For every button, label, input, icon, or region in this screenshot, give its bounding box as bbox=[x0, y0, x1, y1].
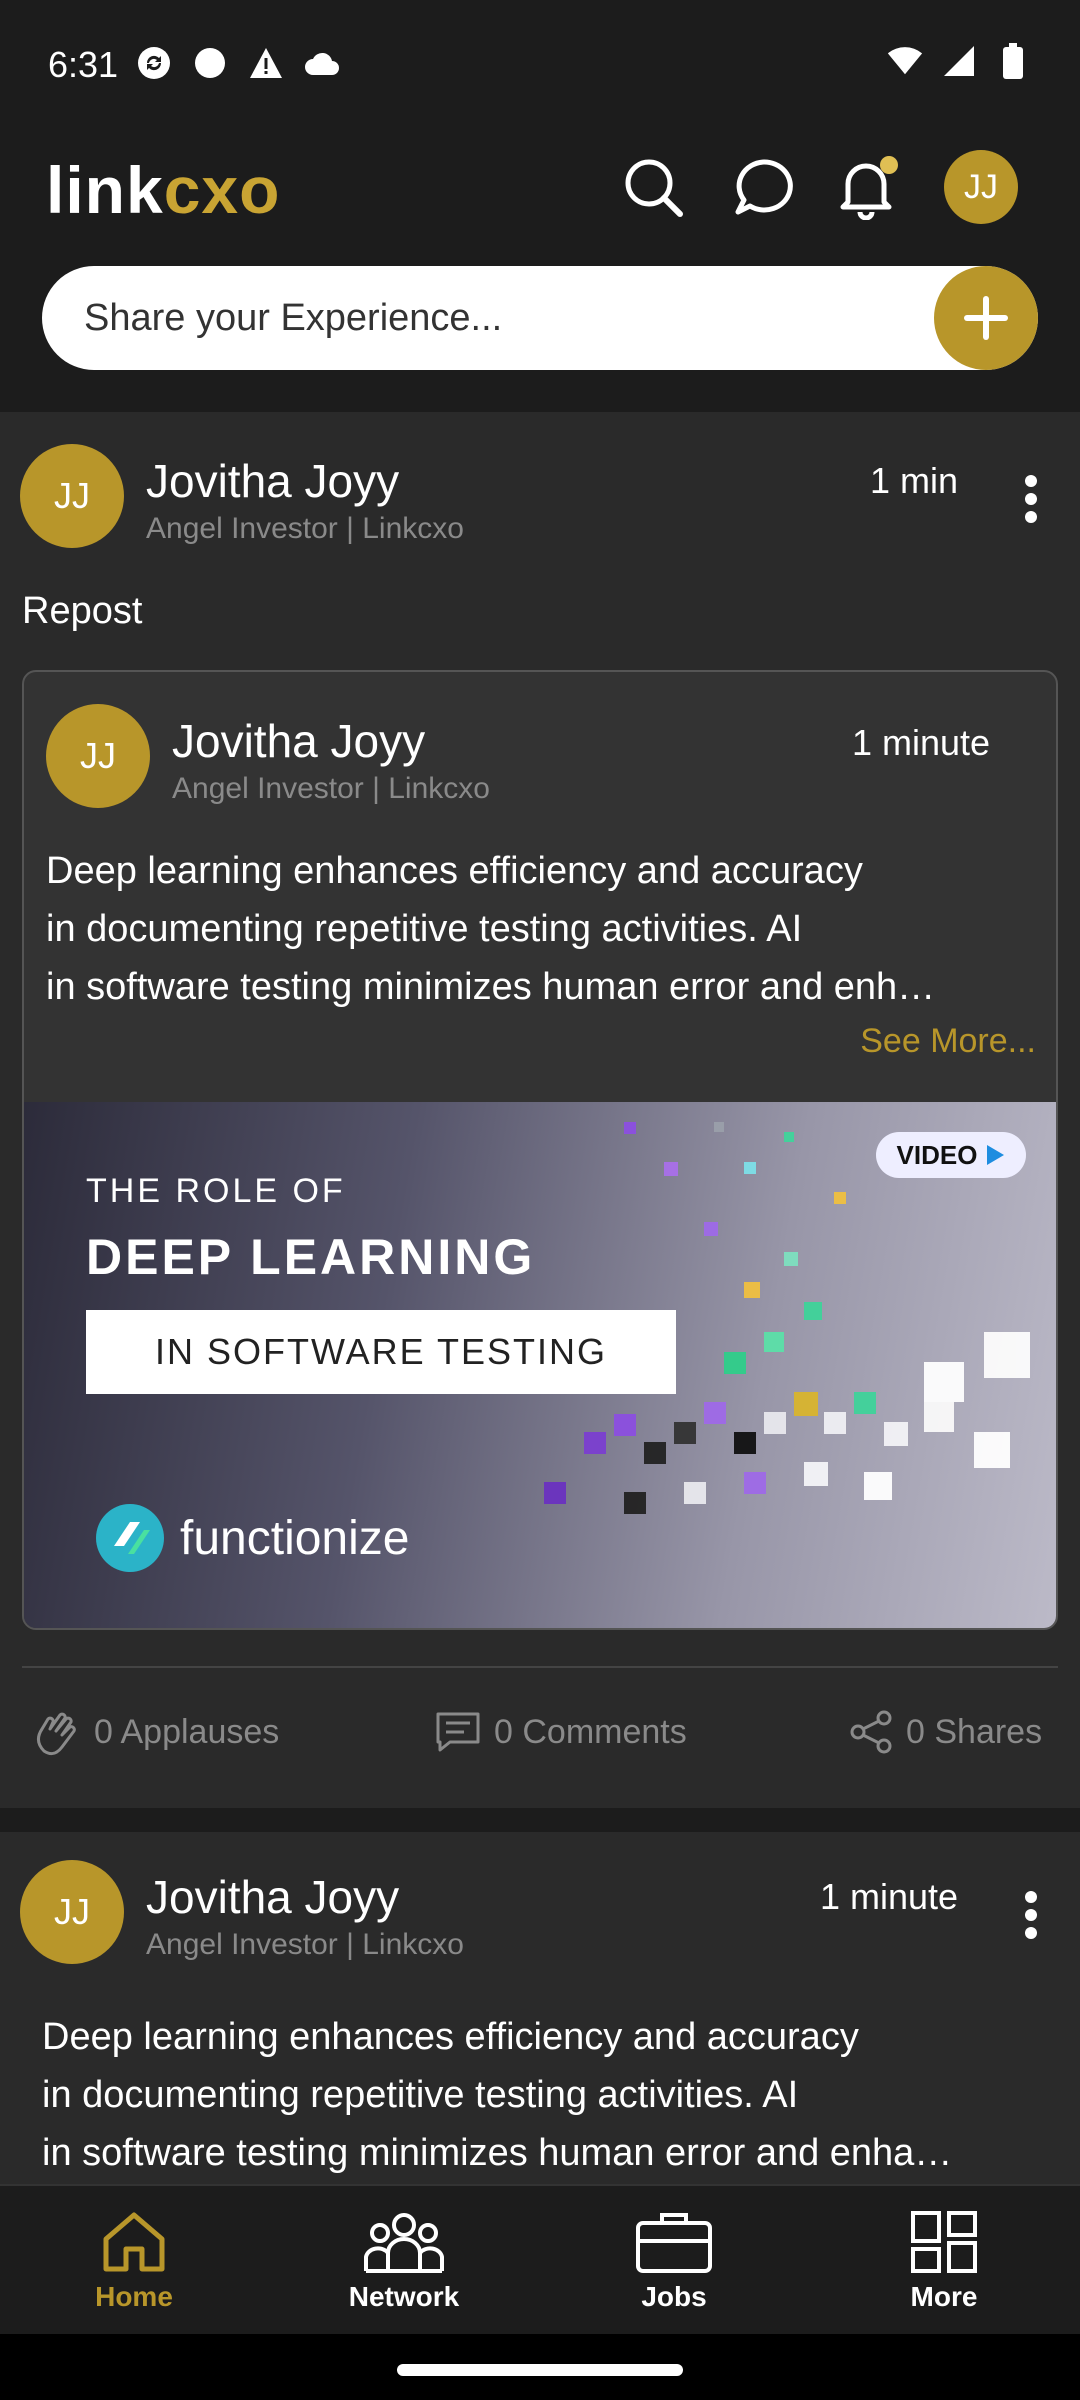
nav-more[interactable]: More bbox=[844, 2186, 1044, 2336]
bottom-navigation: Home Network Jobs More bbox=[0, 2184, 1080, 2334]
share-button[interactable]: 0 Shares bbox=[848, 1702, 1042, 1762]
logo-text-cxo: cxo bbox=[163, 153, 281, 227]
comment-button[interactable]: 0 Comments bbox=[434, 1702, 687, 1762]
search-icon[interactable] bbox=[618, 152, 690, 224]
post-time: 1 minute bbox=[820, 1876, 959, 1917]
video-badge-label: VIDEO bbox=[896, 1139, 978, 1170]
feed: JJ Jovitha Joyy Angel Investor | Linkcxo… bbox=[0, 412, 1080, 2184]
video-thumbnail[interactable]: THE ROLE OF DEEP LEARNING IN SOFTWARE TE… bbox=[24, 1102, 1056, 1628]
profile-avatar[interactable]: JJ bbox=[944, 150, 1018, 224]
nav-jobs-label: Jobs bbox=[641, 2281, 707, 2312]
nav-home-label: Home bbox=[95, 2281, 173, 2312]
repost-label: Repost bbox=[22, 590, 143, 632]
logo-text-link: link bbox=[46, 153, 164, 227]
author-avatar[interactable]: JJ bbox=[20, 1860, 124, 1964]
applause-count: 0 Applauses bbox=[94, 1712, 280, 1751]
post-text-line: in software testing minimizes human erro… bbox=[42, 2132, 953, 2174]
linkcxo-logo[interactable]: linkcxo bbox=[46, 152, 280, 228]
play-icon bbox=[987, 1145, 1005, 1165]
nav-jobs[interactable]: Jobs bbox=[574, 2186, 774, 2336]
circle-status-icon bbox=[191, 44, 229, 82]
author-role: Angel Investor | Linkcxo bbox=[172, 772, 490, 805]
share-count: 0 Shares bbox=[906, 1712, 1043, 1751]
nav-network[interactable]: Network bbox=[304, 2186, 504, 2336]
author-avatar[interactable]: JJ bbox=[46, 704, 150, 808]
post-time: 1 min bbox=[870, 460, 959, 501]
status-system-icons bbox=[886, 42, 1032, 80]
warning-icon bbox=[247, 44, 285, 82]
notification-dot bbox=[880, 156, 898, 174]
media-brand-text: functionize bbox=[180, 1511, 410, 1565]
status-notification-icons bbox=[135, 44, 341, 82]
post-text-line: Deep learning enhances efficiency and ac… bbox=[42, 2016, 859, 2058]
reposted-card[interactable]: JJ Jovitha Joyy Angel Investor | Linkcxo… bbox=[22, 670, 1058, 1630]
post-text: Deep learning enhances efficiency and ac… bbox=[42, 2008, 952, 2182]
post-text: Deep learning enhances efficiency and ac… bbox=[46, 842, 935, 1016]
clap-icon bbox=[37, 1712, 76, 1756]
video-badge: VIDEO bbox=[876, 1132, 1026, 1178]
feed-post: JJ Jovitha Joyy Angel Investor | Linkcxo… bbox=[0, 1832, 1080, 2184]
home-icon bbox=[103, 2212, 165, 2272]
nav-more-label: More bbox=[910, 2281, 978, 2312]
briefcase-icon bbox=[636, 2213, 712, 2273]
author-role: Angel Investor | Linkcxo bbox=[146, 512, 464, 545]
see-more-link[interactable]: See More... bbox=[860, 1022, 1036, 1061]
wifi-icon bbox=[886, 42, 924, 80]
sync-icon bbox=[135, 44, 173, 82]
post-time: 1 minute bbox=[852, 722, 991, 763]
nav-network-label: Network bbox=[348, 2281, 460, 2312]
media-brand: functionize bbox=[94, 1502, 409, 1574]
comment-count: 0 Comments bbox=[494, 1712, 687, 1751]
author-avatar[interactable]: JJ bbox=[20, 444, 124, 548]
more-options-icon[interactable] bbox=[1006, 464, 1056, 534]
chat-icon[interactable] bbox=[728, 152, 800, 224]
comment-icon bbox=[436, 1712, 480, 1752]
cloud-icon bbox=[303, 44, 341, 82]
author-name[interactable]: Jovitha Joyy bbox=[146, 1870, 399, 1924]
applause-button[interactable]: 0 Applauses bbox=[32, 1702, 279, 1762]
post-text-line: in documenting repetitive testing activi… bbox=[46, 908, 803, 950]
post-text-line: in software testing minimizes human erro… bbox=[46, 966, 936, 1008]
signal-icon bbox=[940, 42, 978, 80]
add-post-button[interactable] bbox=[934, 266, 1038, 370]
share-experience-bar[interactable] bbox=[42, 266, 1038, 370]
grid-icon bbox=[911, 2211, 977, 2273]
share-icon bbox=[850, 1710, 892, 1754]
author-name[interactable]: Jovitha Joyy bbox=[146, 454, 399, 508]
post-text-line: in documenting repetitive testing activi… bbox=[42, 2074, 799, 2116]
nav-home[interactable]: Home bbox=[34, 2186, 234, 2336]
share-experience-input[interactable] bbox=[84, 266, 904, 370]
post-actions: 0 Applauses 0 Comments 0 Shares bbox=[0, 1702, 1080, 1762]
bell-icon[interactable] bbox=[830, 152, 902, 224]
divider bbox=[22, 1666, 1058, 1668]
more-options-icon[interactable] bbox=[1006, 1880, 1056, 1950]
battery-icon bbox=[994, 42, 1032, 80]
status-time: 6:31 bbox=[48, 44, 119, 85]
plus-icon bbox=[964, 296, 1008, 340]
feed-post: JJ Jovitha Joyy Angel Investor | Linkcxo… bbox=[0, 412, 1080, 1808]
media-boxed-title: IN SOFTWARE TESTING bbox=[86, 1310, 676, 1394]
media-title: DEEP LEARNING bbox=[86, 1229, 536, 1285]
status-bar: 6:31 bbox=[0, 0, 1080, 130]
author-name[interactable]: Jovitha Joyy bbox=[172, 714, 425, 768]
post-text-line: Deep learning enhances efficiency and ac… bbox=[46, 850, 863, 892]
network-icon bbox=[364, 2213, 444, 2273]
author-role: Angel Investor | Linkcxo bbox=[146, 1928, 464, 1961]
app-header: linkcxo JJ bbox=[0, 130, 1080, 410]
functionize-logo-icon bbox=[96, 1504, 164, 1572]
media-subtitle: THE ROLE OF bbox=[86, 1172, 346, 1210]
home-indicator[interactable] bbox=[397, 2364, 683, 2376]
